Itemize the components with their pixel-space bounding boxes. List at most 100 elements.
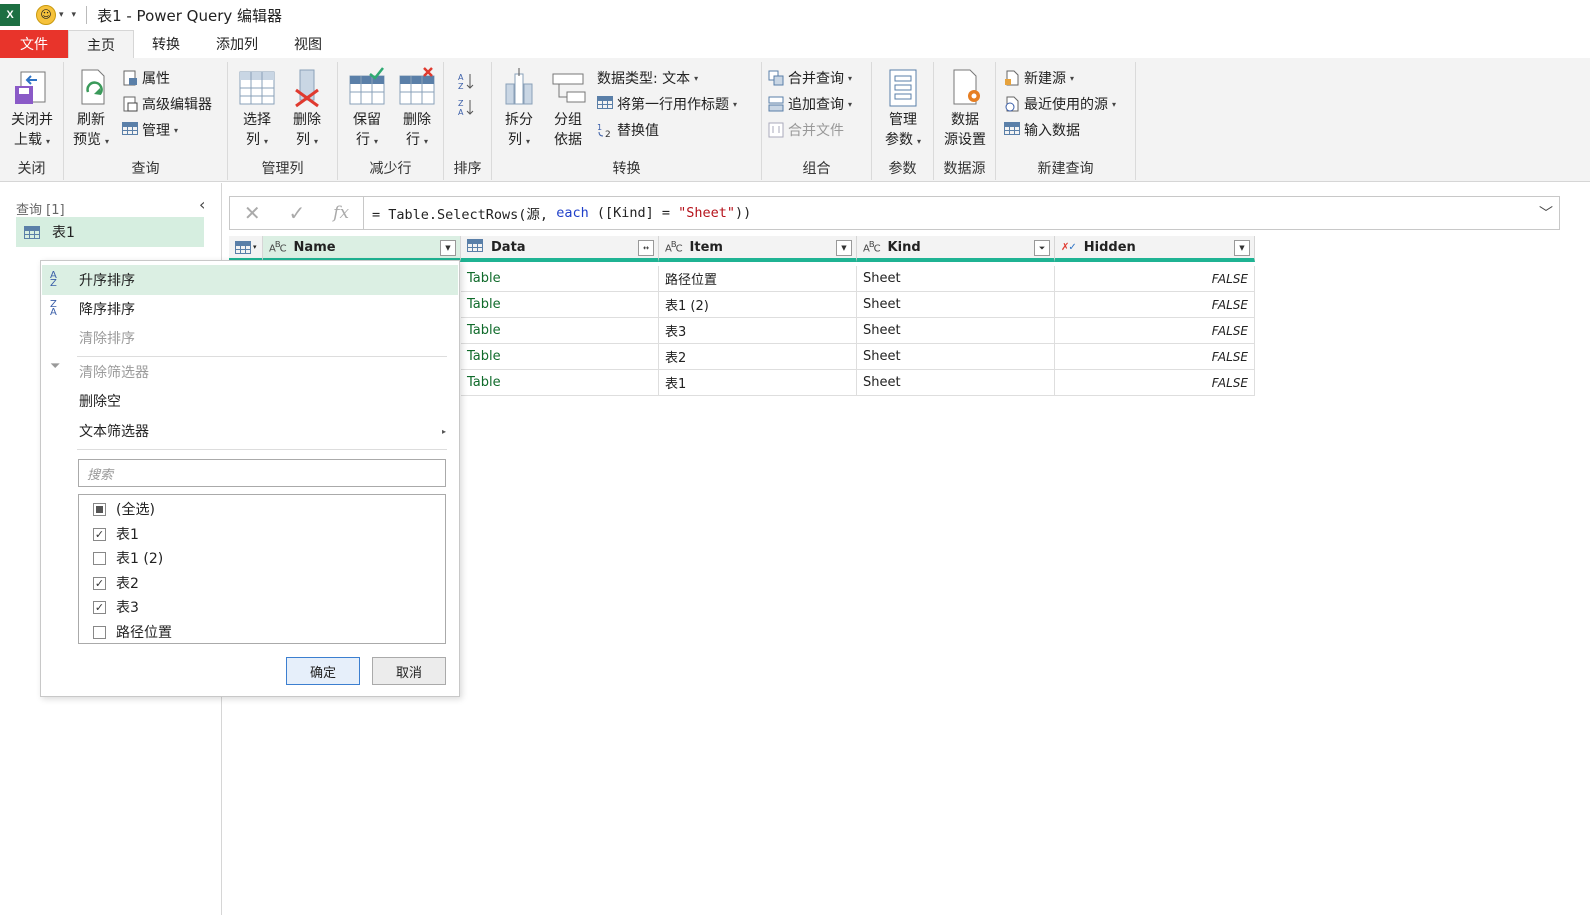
group-by-button[interactable]: 分组 依据 <box>546 66 590 150</box>
remove-rows-button[interactable]: 删除 行 ▾ <box>394 66 440 152</box>
tab-file[interactable]: 文件 <box>0 30 68 58</box>
filter-option-select-all[interactable]: (全选) <box>93 497 155 521</box>
expand-column-icon[interactable]: ↔ <box>638 240 654 256</box>
append-queries-button[interactable]: 追加查询 ▾ <box>768 92 852 116</box>
menu-separator <box>77 449 447 450</box>
collapse-pane-icon[interactable]: ‹ <box>199 195 205 214</box>
combine-files-button[interactable]: 合并文件 <box>768 118 844 142</box>
manage-button[interactable]: 管理 ▾ <box>122 118 178 142</box>
fx-icon[interactable]: fx <box>333 203 349 223</box>
filter-dropdown-icon[interactable]: ▼ <box>440 240 456 256</box>
advanced-editor-button[interactable]: 高级编辑器 <box>122 92 212 116</box>
table-cell[interactable]: Table <box>461 318 659 344</box>
group-label-data-source: 数据源 <box>943 161 986 177</box>
table-cell[interactable]: 表1 <box>659 370 857 396</box>
use-first-row-headers-button[interactable]: 将第一行用作标题 ▾ <box>597 92 737 116</box>
table-cell[interactable]: Sheet <box>857 318 1055 344</box>
table-cell[interactable]: 表1 (2) <box>659 292 857 318</box>
refresh-preview-button[interactable]: 刷新 预览 ▾ <box>68 66 114 152</box>
filter-option[interactable]: ✓ 表3 <box>93 595 139 619</box>
sort-ascending-item[interactable]: AZ 升序排序 <box>42 265 458 295</box>
query-item-table1[interactable]: 表1 <box>16 217 204 247</box>
choose-columns-button[interactable]: 选择 列 ▾ <box>234 66 280 152</box>
remove-columns-button[interactable]: 删除 列 ▾ <box>284 66 330 152</box>
table-menu-button[interactable]: ▾ <box>229 236 263 262</box>
caret-icon: ▾ <box>423 137 428 146</box>
checkbox-unchecked[interactable] <box>93 551 106 565</box>
cancel-button[interactable]: 取消 <box>372 657 446 685</box>
customize-quick-access-icon[interactable]: ▾ <box>72 10 77 20</box>
column-header-data[interactable]: Data ↔ <box>461 236 659 262</box>
table-cell[interactable]: FALSE <box>1055 370 1255 396</box>
checkbox-unchecked[interactable] <box>93 625 106 639</box>
filter-dropdown-icon[interactable]: ▼ <box>1234 240 1250 256</box>
tab-home[interactable]: 主页 <box>68 30 134 58</box>
group-by-label-1: 分组 <box>554 112 582 128</box>
clear-sort-item[interactable]: 清除排序 <box>42 323 458 353</box>
sort-ascending-button[interactable]: AZ <box>458 68 478 92</box>
table-cell[interactable]: Table <box>461 370 659 396</box>
table-cell[interactable]: Table <box>461 344 659 370</box>
cancel-formula-icon[interactable]: ✕ <box>244 201 261 225</box>
formula-suffix: )) <box>735 205 752 221</box>
table-cell[interactable]: Sheet <box>857 292 1055 318</box>
ok-button[interactable]: 确定 <box>286 657 360 685</box>
table-cell[interactable]: Sheet <box>857 266 1055 292</box>
data-source-settings-button[interactable]: 数据 源设置 <box>938 66 992 150</box>
tab-transform[interactable]: 转换 <box>134 30 198 58</box>
sort-descending-button[interactable]: ZA <box>458 94 478 118</box>
text-filters-item[interactable]: 文本筛选器 ▸ <box>42 416 458 446</box>
column-header-item[interactable]: ABC Item ▼ <box>659 236 857 262</box>
table-cell[interactable]: Sheet <box>857 344 1055 370</box>
enter-data-button[interactable]: 输入数据 <box>1004 118 1080 142</box>
column-header-name[interactable]: ABC Name ▼ <box>263 236 461 262</box>
checkbox-partial[interactable] <box>93 502 106 516</box>
filter-option[interactable]: ✓ 表1 <box>93 522 139 546</box>
tab-view[interactable]: 视图 <box>276 30 340 58</box>
column-header-kind[interactable]: ABC Kind ⏷ <box>857 236 1055 262</box>
filter-applied-icon[interactable]: ⏷ <box>1034 240 1050 256</box>
filter-option[interactable]: 路径位置 <box>93 620 172 644</box>
new-source-button[interactable]: 新建源 ▾ <box>1004 66 1074 90</box>
table-cell[interactable]: FALSE <box>1055 344 1255 370</box>
table-cell[interactable]: 表2 <box>659 344 857 370</box>
smiley-feedback-icon[interactable]: ☺ <box>36 5 56 25</box>
clear-filter-item[interactable]: ⏷ 清除筛选器 <box>42 357 458 387</box>
table-cell[interactable]: 路径位置 <box>659 266 857 292</box>
recent-sources-button[interactable]: 最近使用的源 ▾ <box>1004 92 1116 116</box>
manage-parameters-button[interactable]: 管理 参数 ▾ <box>878 66 928 152</box>
checkbox-checked[interactable]: ✓ <box>93 576 106 590</box>
group-by-label-2: 依据 <box>554 132 582 148</box>
title-bar: X ☺ ▾ ▾ 表1 - Power Query 编辑器 <box>0 0 1590 30</box>
expand-formula-icon[interactable]: ﹀ <box>1539 203 1553 223</box>
split-column-button[interactable]: 拆分 列 ▾ <box>498 66 540 152</box>
filter-dropdown-icon[interactable]: ▼ <box>836 240 852 256</box>
merge-queries-button[interactable]: 合并查询 ▾ <box>768 66 852 90</box>
sort-descending-item[interactable]: ZA 降序排序 <box>42 294 458 324</box>
filter-search-input[interactable]: 搜索 <box>78 459 446 487</box>
close-load-button[interactable]: 关闭并 上载 ▾ <box>6 66 58 152</box>
table-cell[interactable]: FALSE <box>1055 292 1255 318</box>
filter-option[interactable]: 表1 (2) <box>93 546 163 570</box>
formula-input[interactable]: = Table.SelectRows(源, each ([Kind] = "Sh… <box>372 197 751 229</box>
tab-add-column[interactable]: 添加列 <box>198 30 276 58</box>
column-header-hidden[interactable]: ✗✓ Hidden ▼ <box>1055 236 1255 262</box>
checkbox-checked[interactable]: ✓ <box>93 600 106 614</box>
table-cell[interactable]: FALSE <box>1055 266 1255 292</box>
table-cell[interactable]: Table <box>461 292 659 318</box>
properties-button[interactable]: 属性 <box>122 66 170 90</box>
checkbox-checked[interactable]: ✓ <box>93 527 106 541</box>
keep-rows-button[interactable]: 保留 行 ▾ <box>344 66 390 152</box>
data-type-dropdown[interactable]: 数据类型: 文本 ▾ <box>597 66 698 90</box>
group-label-combine: 组合 <box>802 161 831 177</box>
table-cell[interactable]: Sheet <box>857 370 1055 396</box>
table-cell[interactable]: Table <box>461 266 659 292</box>
confirm-formula-icon[interactable]: ✓ <box>289 201 306 225</box>
remove-empty-item[interactable]: 删除空 <box>42 386 458 416</box>
filter-option[interactable]: ✓ 表2 <box>93 571 139 595</box>
manage-parameters-label-2: 参数 <box>884 132 913 148</box>
table-cell[interactable]: FALSE <box>1055 318 1255 344</box>
table-cell[interactable]: 表3 <box>659 318 857 344</box>
replace-values-button[interactable]: 12 替换值 <box>597 118 659 142</box>
dropdown-caret-icon[interactable]: ▾ <box>59 10 64 20</box>
